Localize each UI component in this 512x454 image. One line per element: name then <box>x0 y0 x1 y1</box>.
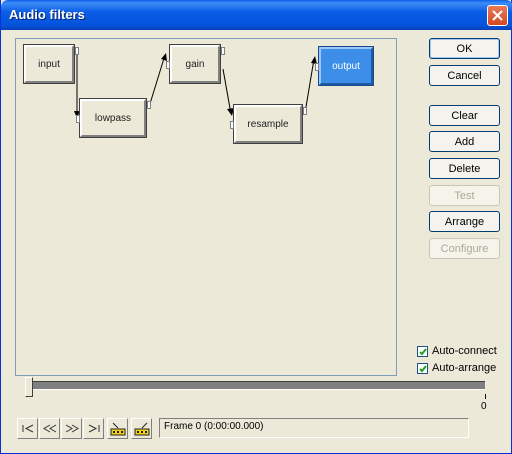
input-pin[interactable] <box>76 115 80 123</box>
skip-start-icon <box>22 424 33 433</box>
filter-node-lowpass[interactable]: lowpass <box>76 98 151 138</box>
mark-in-button[interactable] <box>107 418 128 439</box>
filter-graph-canvas[interactable]: input lowpass gain resample output <box>15 38 397 376</box>
timeline-tick <box>485 394 486 399</box>
mark-out-button[interactable] <box>131 418 152 439</box>
close-icon <box>492 10 503 21</box>
ok-button[interactable]: OK <box>429 38 500 59</box>
window-title: Audio filters <box>9 7 85 22</box>
cancel-button[interactable]: Cancel <box>429 65 500 86</box>
checkbox-box[interactable] <box>417 345 428 357</box>
frame-status: Frame 0 (0:00:00.000) <box>159 418 469 438</box>
skip-to-start-button[interactable] <box>17 418 38 439</box>
arrange-button[interactable]: Arrange <box>429 211 500 232</box>
auto-arrange-checkbox[interactable]: Auto-arrange <box>417 361 496 375</box>
auto-connect-label: Auto-connect <box>432 345 497 357</box>
wire-gain-resample <box>222 68 232 115</box>
input-pin[interactable] <box>166 61 170 69</box>
mark-out-icon <box>134 422 149 435</box>
wire-lowpass-gain <box>148 54 166 108</box>
filter-node-input[interactable]: input <box>23 44 79 84</box>
auto-arrange-label: Auto-arrange <box>432 362 497 374</box>
output-pin[interactable] <box>221 47 225 55</box>
input-pin[interactable] <box>230 121 234 129</box>
connection-wires <box>74 53 317 118</box>
mark-in-icon <box>110 422 125 435</box>
add-button[interactable]: Add <box>429 131 500 152</box>
output-pin[interactable] <box>303 107 307 115</box>
clear-button[interactable]: Clear <box>429 105 500 126</box>
auto-connect-checkbox[interactable]: Auto-connect <box>417 344 497 358</box>
step-forward-button[interactable] <box>61 418 82 439</box>
audio-filters-dialog: Audio filters input lowpass gain resampl… <box>0 0 512 454</box>
output-pin[interactable] <box>147 101 151 109</box>
skip-end-icon <box>88 424 99 433</box>
wire-resample-output <box>305 58 315 108</box>
skip-to-end-button[interactable] <box>83 418 104 439</box>
timeline-slider-thumb[interactable] <box>25 377 33 397</box>
checkmark-icon <box>419 347 427 355</box>
title-bar[interactable]: Audio filters <box>1 0 512 30</box>
checkbox-box[interactable] <box>417 362 428 374</box>
test-button[interactable]: Test <box>429 185 500 206</box>
delete-button[interactable]: Delete <box>429 158 500 179</box>
step-back-icon <box>42 424 56 433</box>
step-forward-icon <box>65 424 79 433</box>
close-button[interactable] <box>487 5 508 26</box>
step-back-button[interactable] <box>39 418 60 439</box>
filter-node-gain[interactable]: gain <box>166 44 225 84</box>
timeline-track[interactable] <box>29 381 485 390</box>
filter-node-output[interactable]: output <box>315 46 374 86</box>
checkmark-icon <box>419 364 427 372</box>
timeline-tick-label: 0 <box>481 401 487 412</box>
configure-button[interactable]: Configure <box>429 238 500 259</box>
input-pin[interactable] <box>315 63 319 71</box>
output-pin[interactable] <box>75 47 79 55</box>
filter-node-resample[interactable]: resample <box>230 104 307 144</box>
